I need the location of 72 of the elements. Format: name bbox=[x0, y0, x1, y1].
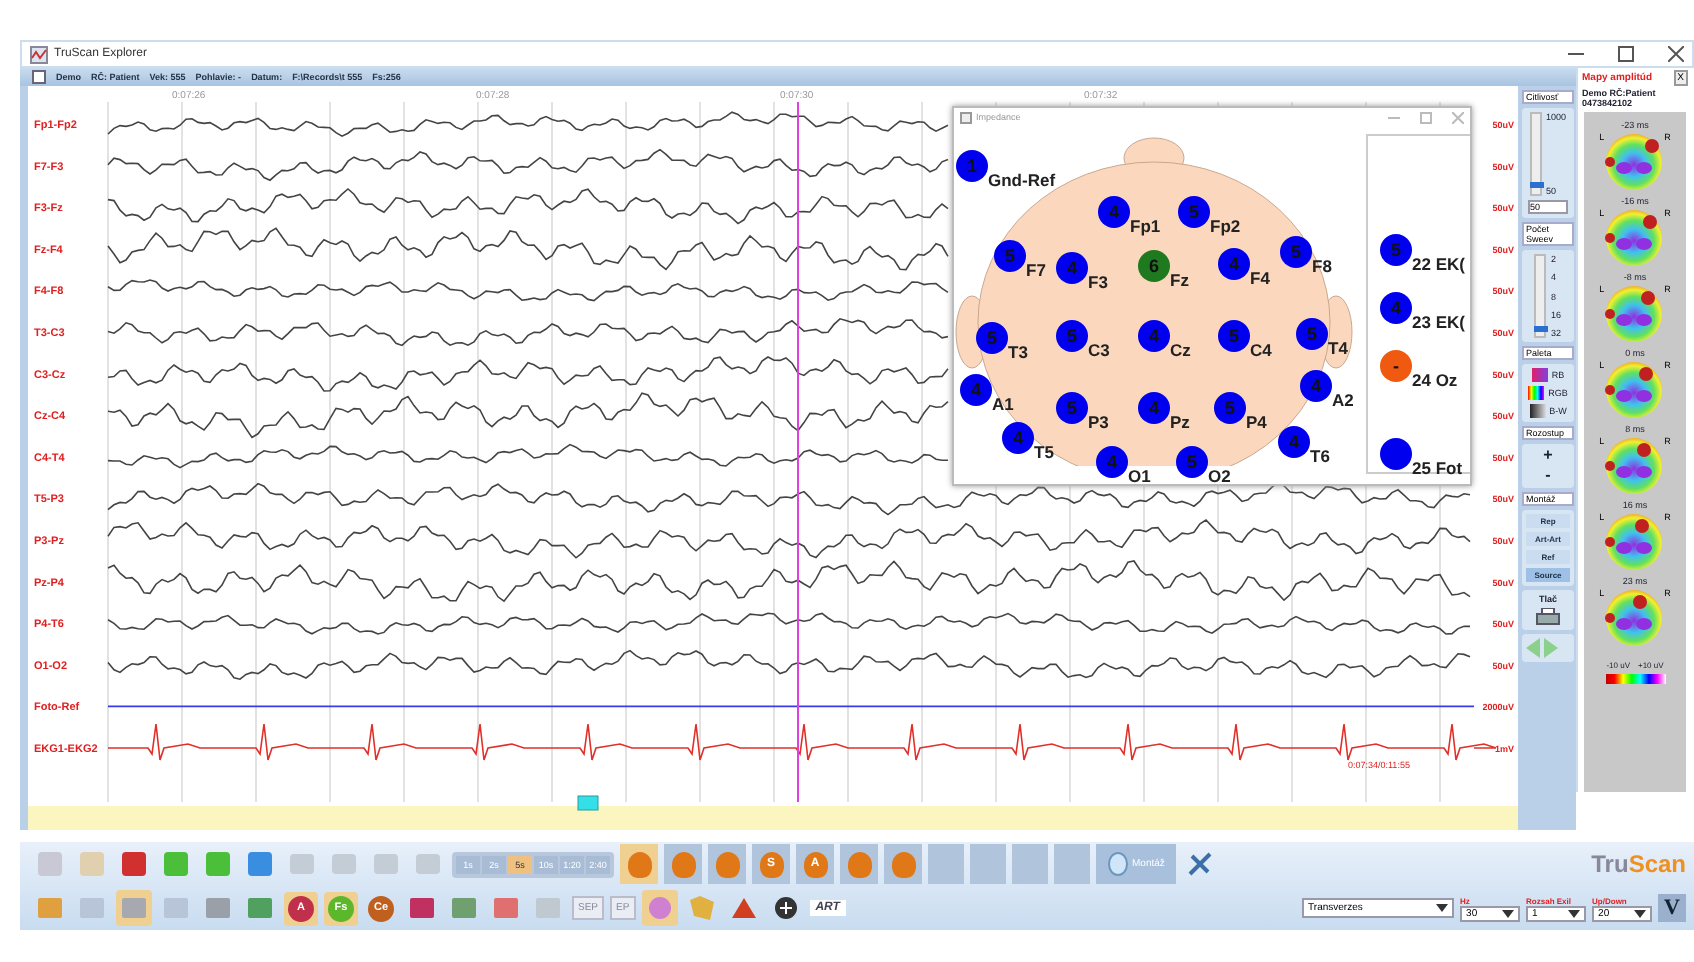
head-button[interactable] bbox=[840, 844, 878, 884]
caret-icon bbox=[1502, 909, 1515, 917]
electrode-dot[interactable]: 4 bbox=[960, 374, 992, 406]
electrode-label: T3 bbox=[1008, 342, 1028, 362]
topographic-map bbox=[1604, 284, 1665, 344]
topographic-map bbox=[1604, 436, 1665, 496]
electrode-dot[interactable]: 4 bbox=[1096, 446, 1128, 478]
right-arrow-icon[interactable] bbox=[1544, 638, 1558, 658]
app-icon bbox=[30, 45, 48, 63]
spacing-button[interactable]: + bbox=[1543, 448, 1553, 464]
topographic-map bbox=[1604, 512, 1665, 572]
electrode-label: F7 bbox=[1026, 260, 1046, 280]
electrode-label: F3 bbox=[1088, 272, 1108, 292]
electrode-label: T6 bbox=[1310, 446, 1330, 466]
electrode-label: P3 bbox=[1088, 412, 1109, 432]
electrode-label: Fp2 bbox=[1210, 216, 1241, 236]
empty-button[interactable] bbox=[928, 844, 964, 884]
electrode-label: O1 bbox=[1128, 466, 1151, 484]
electrode-label: T4 bbox=[1328, 338, 1348, 358]
electrode-label: Pz bbox=[1170, 412, 1190, 432]
electrode-label: Gnd-Ref bbox=[988, 170, 1056, 190]
close-icon[interactable] bbox=[1668, 46, 1684, 62]
left-arrow-icon[interactable] bbox=[1526, 638, 1540, 658]
electrode-label: O2 bbox=[1208, 466, 1231, 484]
spacing-button[interactable]: - bbox=[1545, 468, 1551, 484]
color-scale bbox=[1605, 674, 1665, 684]
empty-button[interactable] bbox=[1012, 844, 1048, 884]
electrode-dot[interactable]: 4 bbox=[1300, 370, 1332, 402]
electrode-dot[interactable]: 1 bbox=[956, 150, 988, 182]
palette-swatch[interactable] bbox=[1531, 368, 1548, 382]
topographic-map bbox=[1604, 208, 1665, 268]
caret-icon bbox=[1568, 909, 1581, 917]
electrode-label: C4 bbox=[1250, 340, 1272, 360]
electrode-label: 23 EK( bbox=[1412, 312, 1465, 332]
slider-track[interactable] bbox=[1529, 112, 1542, 196]
empty-button[interactable] bbox=[970, 844, 1006, 884]
palette-swatch[interactable] bbox=[1529, 404, 1546, 418]
electrode-label: Cz bbox=[1170, 340, 1191, 360]
electrode-label: F4 bbox=[1250, 268, 1270, 288]
topographic-map bbox=[1604, 588, 1665, 648]
electrode-label: Fp1 bbox=[1130, 216, 1161, 236]
caret-icon bbox=[1634, 909, 1647, 917]
electrode-label: A1 bbox=[992, 394, 1014, 414]
electrode-dot[interactable]: 4 bbox=[1002, 422, 1034, 454]
electrode-label: A2 bbox=[1332, 390, 1354, 410]
head-button[interactable] bbox=[620, 844, 658, 884]
electrode-label: 22 EK( bbox=[1412, 254, 1465, 274]
logo: TruScan bbox=[1591, 850, 1688, 878]
electrode-label: Fz bbox=[1170, 270, 1189, 290]
electrode-label: 25 Fot bbox=[1412, 458, 1463, 478]
head-button[interactable] bbox=[884, 844, 922, 884]
electrode-label: 24 Oz bbox=[1412, 370, 1458, 390]
scroll-marker[interactable] bbox=[577, 795, 599, 811]
head-button[interactable] bbox=[708, 844, 746, 884]
topographic-map bbox=[1604, 132, 1665, 192]
electrode-dot[interactable]: 4 bbox=[1278, 426, 1310, 458]
slider-track[interactable] bbox=[1534, 254, 1547, 338]
empty-button[interactable] bbox=[1054, 844, 1090, 884]
electrode-dot[interactable]: 5 bbox=[1176, 446, 1208, 478]
palette-swatch[interactable] bbox=[1528, 386, 1545, 400]
electrode-label: T5 bbox=[1034, 442, 1054, 462]
topographic-map bbox=[1604, 360, 1665, 420]
electrode-label: C3 bbox=[1088, 340, 1110, 360]
v-button[interactable]: V bbox=[1658, 894, 1686, 922]
maximize-icon[interactable] bbox=[1618, 46, 1634, 62]
slider-thumb[interactable] bbox=[1529, 181, 1544, 188]
caret-icon bbox=[1436, 904, 1449, 912]
electrode-label: P4 bbox=[1246, 412, 1267, 432]
head-button[interactable] bbox=[664, 844, 702, 884]
slider-thumb[interactable] bbox=[1534, 326, 1549, 332]
window-icon bbox=[960, 111, 972, 123]
electrode-label: F8 bbox=[1312, 256, 1332, 276]
